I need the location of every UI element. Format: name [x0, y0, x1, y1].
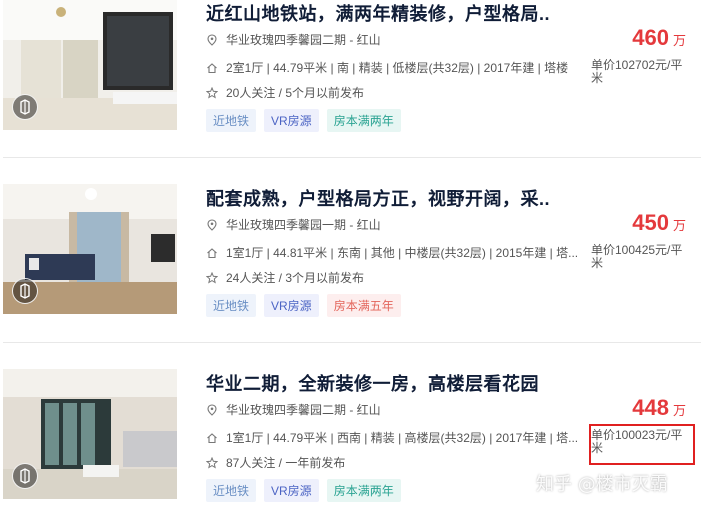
community-link[interactable]: 华业玫瑰四季馨园一期 - 红山	[226, 216, 381, 233]
star-icon	[206, 271, 218, 284]
house-info: 1室1厅 | 44.81平米 | 东南 | 其他 | 中楼层(共32层) | 2…	[226, 246, 579, 260]
divider	[3, 157, 701, 158]
unit-price: 单价102702元/平米	[591, 58, 683, 85]
star-icon	[206, 456, 218, 469]
vr-icon	[12, 463, 38, 489]
info-row: 1室1厅 | 44.81平米 | 东南 | 其他 | 中楼层(共32层) | 2…	[206, 244, 586, 261]
follow-row: 24人关注 / 3个月以前发布	[206, 269, 364, 286]
tag-deed-years: 房本满五年	[326, 294, 401, 317]
unit-price-highlight	[589, 424, 695, 465]
info-row: 1室1厅 | 44.79平米 | 西南 | 精装 | 高楼层(共32层) | 2…	[206, 429, 586, 446]
listing-title[interactable]: 配套成熟，户型格局方正，视野开阔，采..	[206, 185, 550, 211]
house-info: 2室1厅 | 44.79平米 | 南 | 精装 | 低楼层(共32层) | 20…	[226, 61, 569, 75]
location-pin-icon	[207, 33, 217, 46]
follow-row: 20人关注 / 5个月以前发布	[206, 84, 364, 101]
price-value: 448	[632, 395, 669, 420]
tag-near-subway: 近地铁	[206, 479, 257, 502]
house-icon	[207, 432, 217, 443]
community-link[interactable]: 华业玫瑰四季馨园二期 - 红山	[226, 401, 381, 418]
location-pin-icon	[207, 403, 217, 416]
listing-title[interactable]: 华业二期，全新装修一房，高楼层看花园	[206, 370, 539, 396]
community-row: 华业玫瑰四季馨园一期 - 红山	[206, 216, 381, 233]
vr-icon	[12, 94, 38, 120]
tag-list: 近地铁 VR房源 房本满两年	[206, 479, 401, 502]
tag-near-subway: 近地铁	[206, 109, 257, 132]
follow-info: 87人关注 / 一年前发布	[226, 456, 346, 470]
total-price: 448 万	[632, 395, 686, 421]
house-info: 1室1厅 | 44.79平米 | 西南 | 精装 | 高楼层(共32层) | 2…	[226, 431, 579, 445]
tag-vr: VR房源	[264, 294, 319, 317]
price-value: 450	[632, 210, 669, 235]
listing-card[interactable]: 配套成熟，户型格局方正，视野开阔，采.. 华业玫瑰四季馨园一期 - 红山 1室1…	[0, 159, 704, 319]
unit-price: 单价100425元/平米	[591, 243, 683, 270]
tag-list: 近地铁 VR房源 房本满五年	[206, 294, 401, 317]
divider	[3, 342, 701, 343]
follow-info: 20人关注 / 5个月以前发布	[226, 86, 365, 100]
follow-row: 87人关注 / 一年前发布	[206, 454, 345, 471]
tag-deed-years: 房本满两年	[326, 109, 401, 132]
vr-icon	[12, 278, 38, 304]
price-value: 460	[632, 25, 669, 50]
follow-info: 24人关注 / 3个月以前发布	[226, 271, 365, 285]
house-icon	[207, 62, 217, 73]
house-icon	[207, 247, 217, 258]
community-link[interactable]: 华业玫瑰四季馨园二期 - 红山	[226, 31, 381, 48]
price-unit: 万	[672, 218, 686, 233]
tag-vr: VR房源	[264, 109, 319, 132]
community-row: 华业玫瑰四季馨园二期 - 红山	[206, 401, 381, 418]
listing-photo[interactable]	[3, 369, 177, 499]
listing-photo[interactable]	[3, 0, 177, 130]
total-price: 450 万	[632, 210, 686, 236]
total-price: 460 万	[632, 25, 686, 51]
watermark: 知乎 @楼市灭霸	[536, 474, 668, 495]
tag-deed-years: 房本满两年	[326, 479, 401, 502]
listing-photo[interactable]	[3, 184, 177, 314]
location-pin-icon	[207, 218, 217, 231]
listing-title[interactable]: 近红山地铁站，满两年精装修，户型格局..	[206, 0, 550, 26]
info-row: 2室1厅 | 44.79平米 | 南 | 精装 | 低楼层(共32层) | 20…	[206, 59, 586, 76]
star-icon	[206, 86, 218, 99]
price-unit: 万	[672, 403, 686, 418]
listing-card[interactable]: 近红山地铁站，满两年精装修，户型格局.. 华业玫瑰四季馨园二期 - 红山 2室1…	[0, 0, 704, 134]
community-row: 华业玫瑰四季馨园二期 - 红山	[206, 31, 381, 48]
tag-vr: VR房源	[264, 479, 319, 502]
tag-near-subway: 近地铁	[206, 294, 257, 317]
price-unit: 万	[672, 33, 686, 48]
tag-list: 近地铁 VR房源 房本满两年	[206, 109, 401, 132]
